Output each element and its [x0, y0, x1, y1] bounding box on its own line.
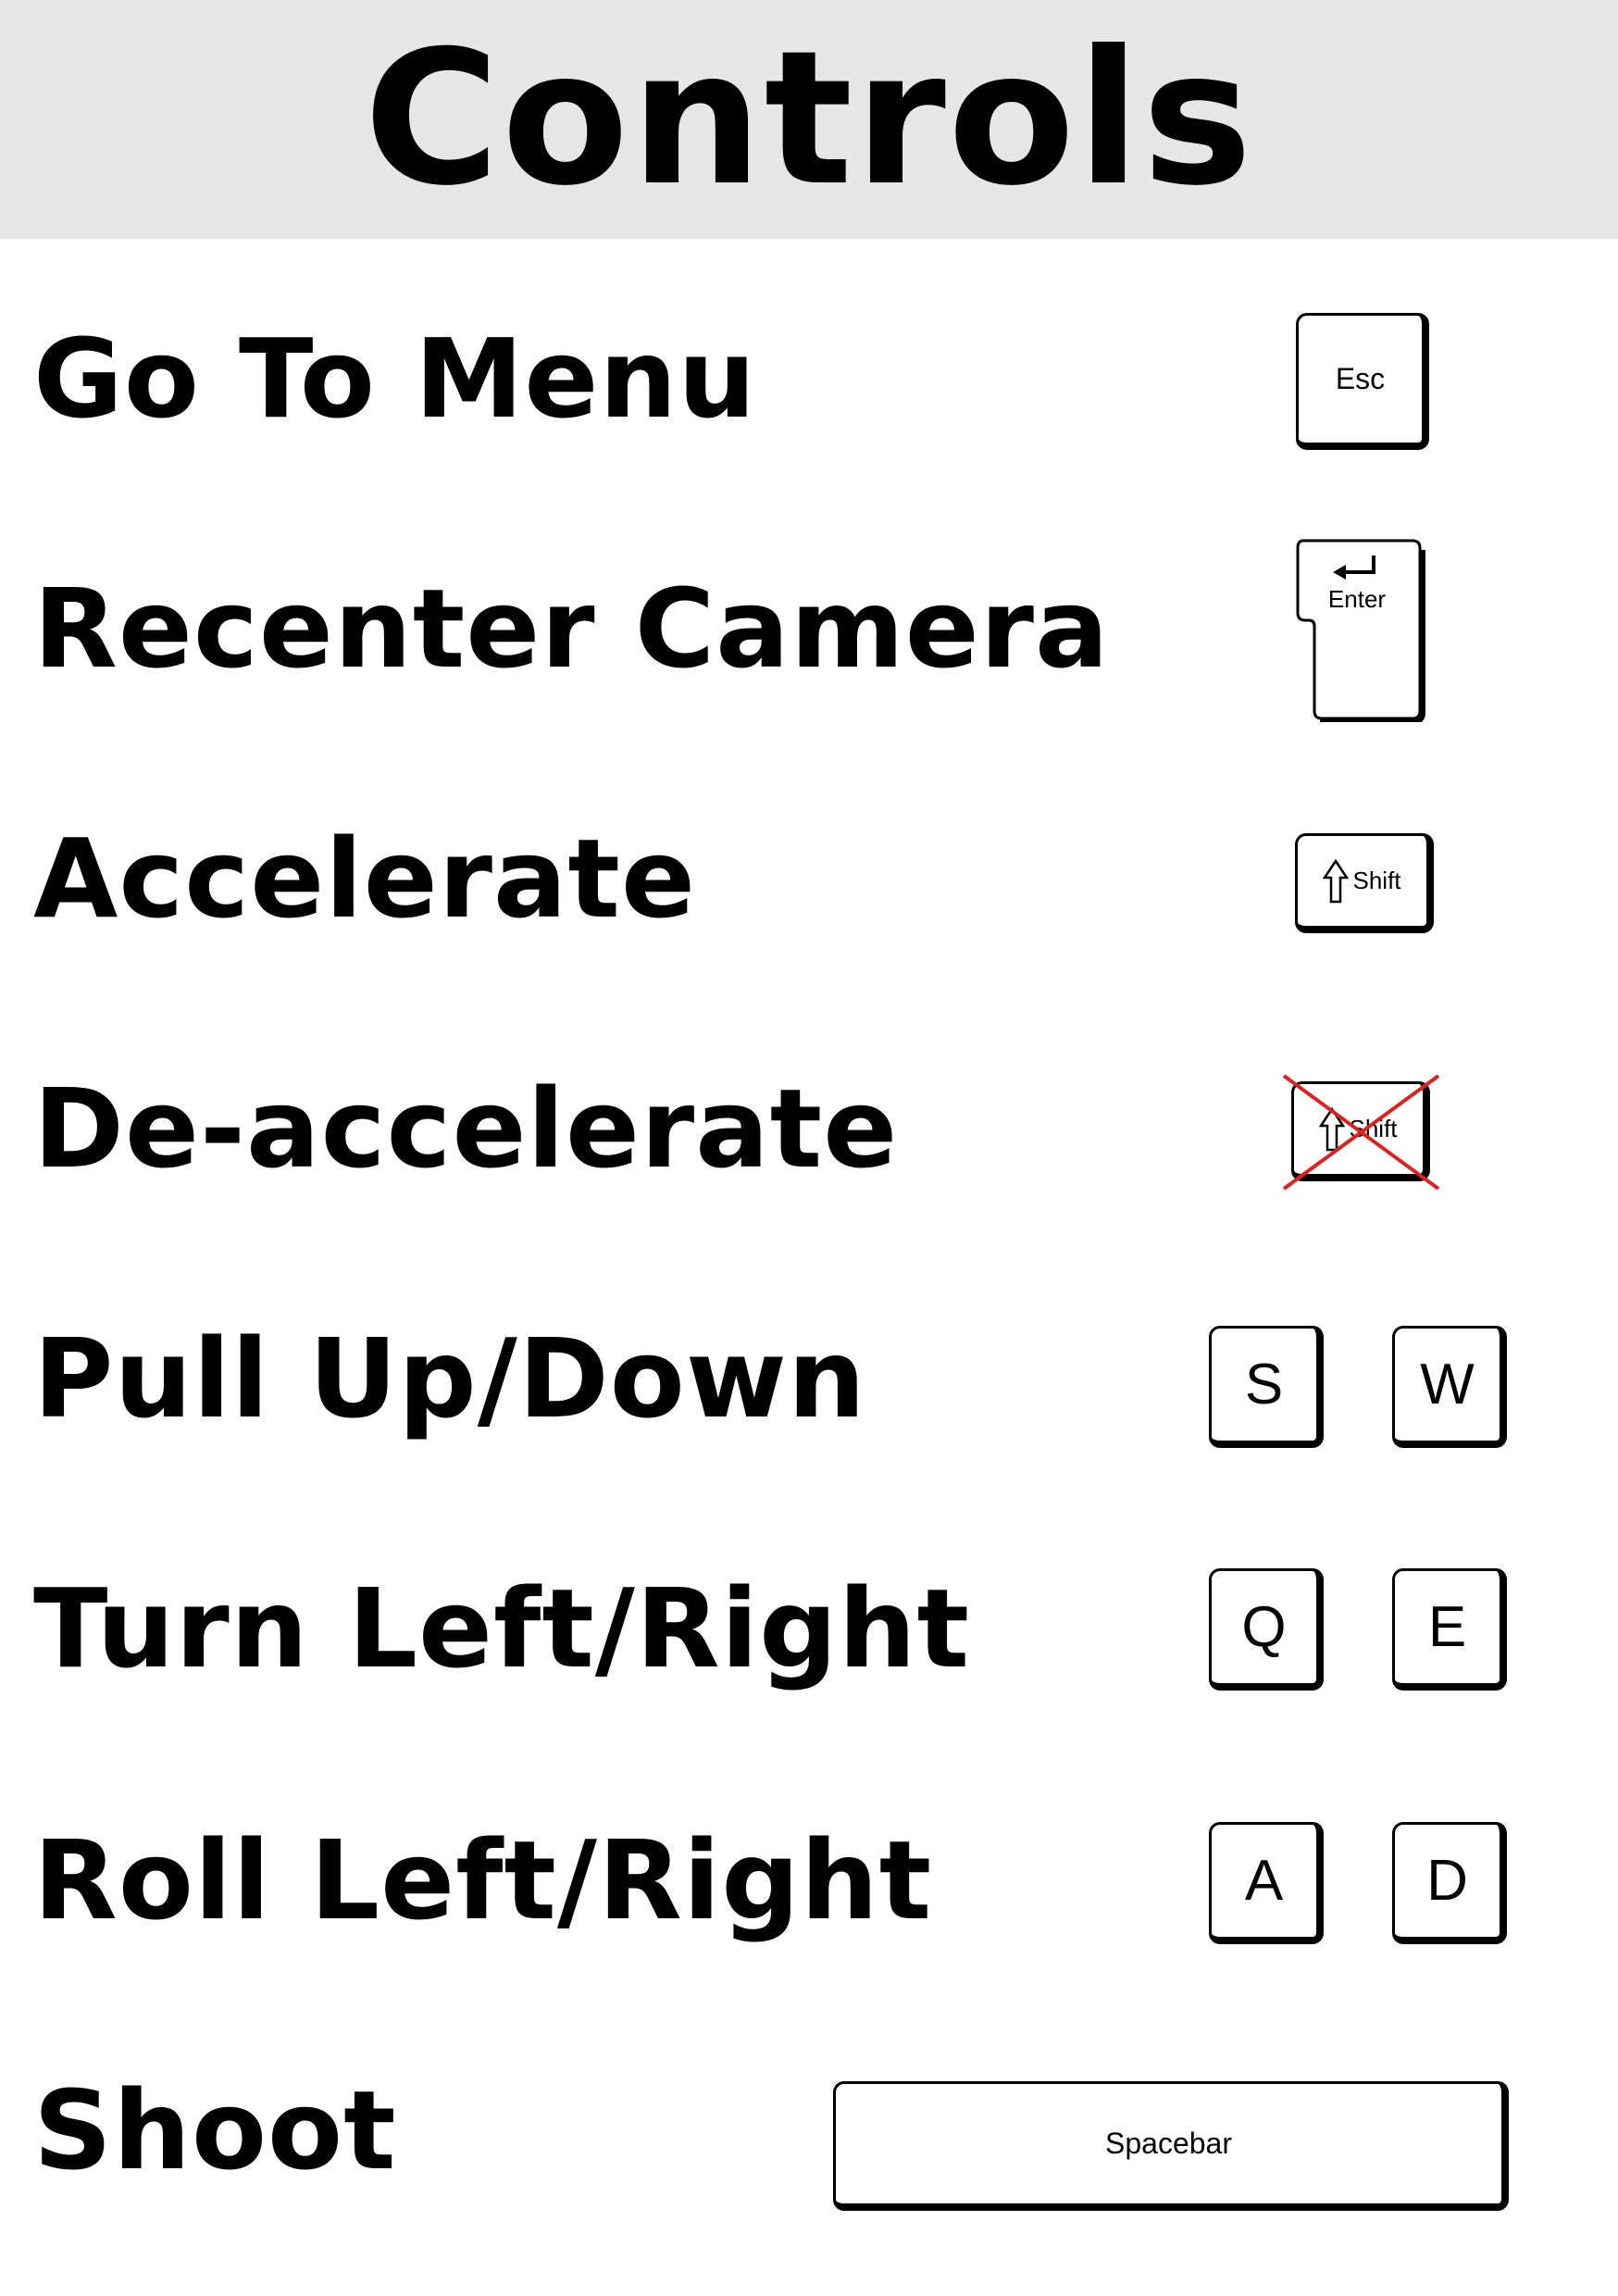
enter-key-outline — [1296, 539, 1425, 722]
key-d: D — [1392, 1822, 1507, 1944]
row-label-shoot: Shoot — [33, 2066, 397, 2194]
row-label-roll-left-right: Roll Left/Right — [33, 1816, 933, 1944]
red-cross-icon — [1282, 1074, 1440, 1191]
key-s-label: S — [1244, 1353, 1284, 1416]
key-q-label: Q — [1241, 1595, 1287, 1659]
key-enter: Enter — [1294, 537, 1429, 722]
key-q: Q — [1209, 1568, 1324, 1691]
row-label-recenter-camera: Recenter Camera — [33, 565, 1110, 693]
key-spacebar-label: Spacebar — [1105, 2127, 1232, 2160]
key-w-label: W — [1420, 1353, 1475, 1416]
key-e: E — [1392, 1568, 1507, 1691]
row-label-turn-left-right: Turn Left/Right — [33, 1565, 971, 1692]
key-a-label: A — [1244, 1849, 1284, 1913]
key-spacebar: Spacebar — [833, 2081, 1509, 2211]
key-shift-label: Shift — [1352, 867, 1401, 894]
key-d-label: D — [1426, 1849, 1468, 1913]
page-title: Controls — [364, 11, 1254, 227]
row-label-accelerate: Accelerate — [33, 815, 696, 942]
key-enter-label: Enter — [1327, 585, 1387, 613]
key-a: A — [1209, 1822, 1324, 1944]
row-label-pull-up-down: Pull Up/Down — [33, 1315, 866, 1442]
key-w: W — [1392, 1326, 1507, 1448]
key-shift: Shift — [1295, 833, 1434, 933]
key-esc: Esc — [1296, 313, 1429, 450]
row-label-go-to-menu: Go To Menu — [33, 315, 757, 443]
key-e-label: E — [1427, 1595, 1467, 1659]
row-label-de-accelerate: De-accelerate — [33, 1065, 899, 1192]
shift-arrow-icon — [1323, 858, 1350, 903]
key-esc-label: Esc — [1335, 362, 1386, 395]
key-s: S — [1209, 1326, 1324, 1448]
